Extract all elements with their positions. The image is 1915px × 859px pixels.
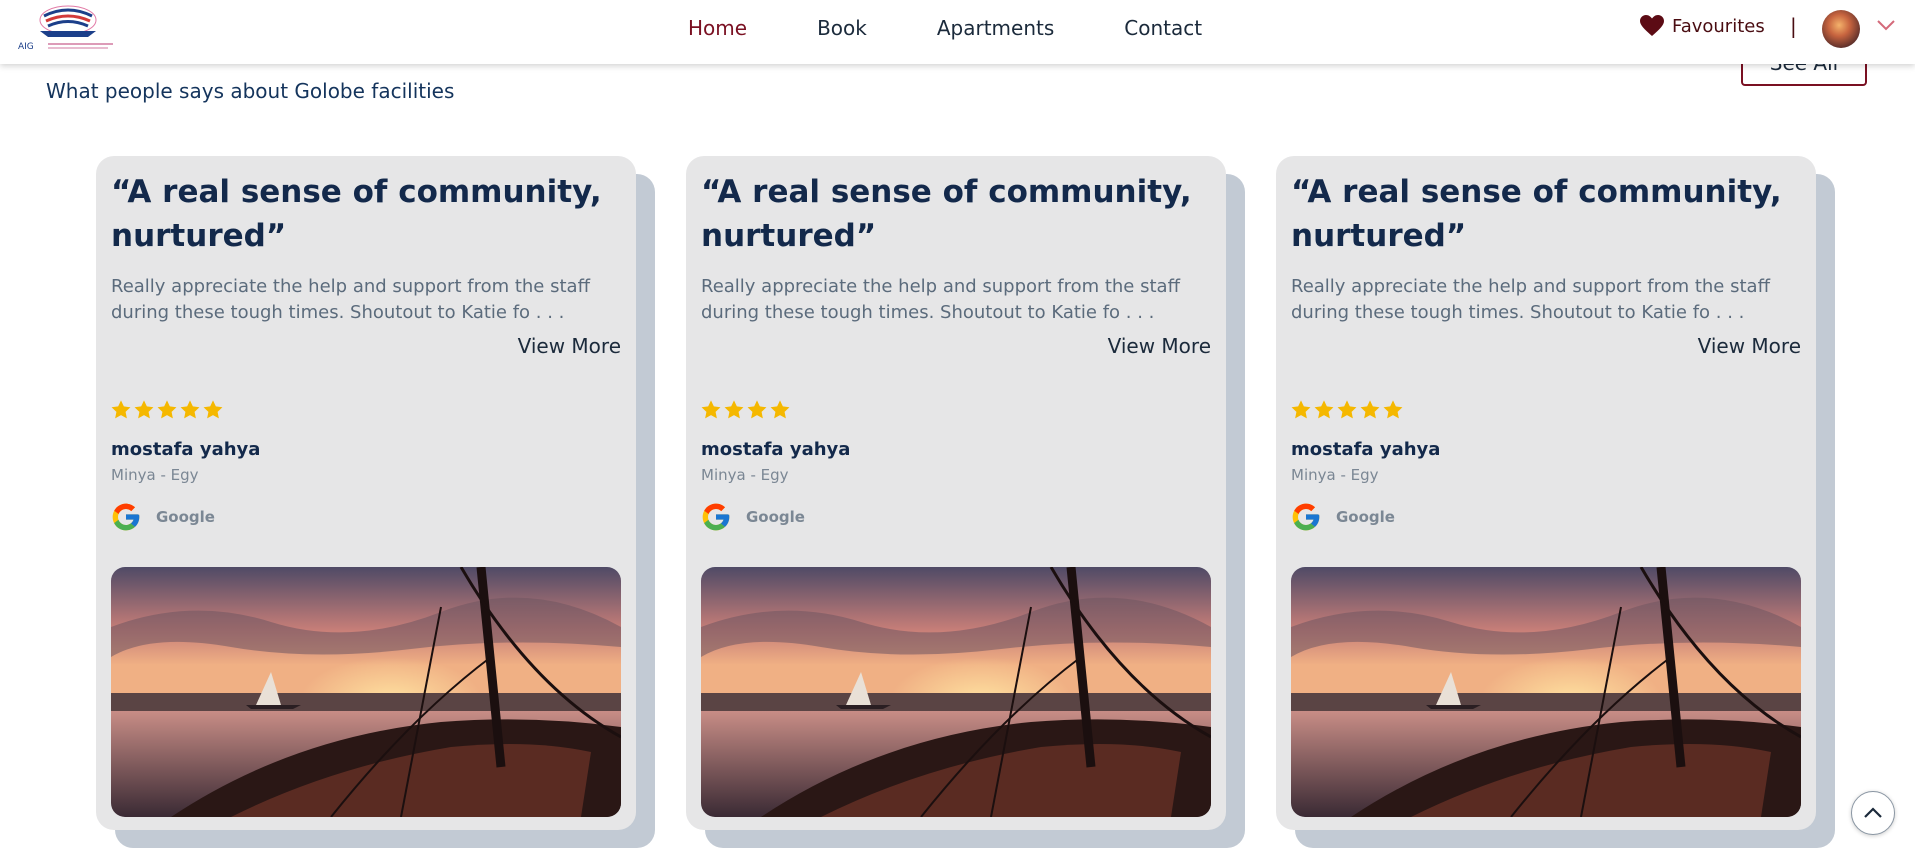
reviewer-location: Minya - Egy bbox=[1291, 466, 1379, 484]
user-avatar[interactable] bbox=[1822, 10, 1860, 48]
star-icon bbox=[701, 400, 721, 419]
star-icon bbox=[1337, 400, 1357, 419]
view-more-link[interactable]: View More bbox=[1698, 334, 1801, 358]
heart-icon bbox=[1640, 15, 1664, 36]
nav-book-link[interactable]: Book bbox=[817, 15, 867, 41]
chevron-up-icon bbox=[1864, 807, 1882, 818]
reviewer-location: Minya - Egy bbox=[111, 466, 199, 484]
review-photo bbox=[701, 567, 1211, 817]
star-icon bbox=[111, 400, 131, 419]
review-card-body: “A real sense of community, nurtured” Re… bbox=[686, 156, 1226, 830]
chevron-down-icon[interactable] bbox=[1876, 18, 1896, 32]
review-headline: “A real sense of community, nurtured” bbox=[111, 174, 602, 254]
main-nav: Home Book Apartments Contact bbox=[688, 15, 1272, 41]
review-photo bbox=[1291, 567, 1801, 817]
nav-contact-link[interactable]: Contact bbox=[1124, 15, 1202, 41]
review-card: “A real sense of community, nurtured” Re… bbox=[1276, 156, 1836, 848]
star-rating bbox=[1290, 399, 1404, 421]
source-label: Google bbox=[746, 508, 805, 526]
review-text: Really appreciate the help and support f… bbox=[111, 276, 590, 323]
nav-apartments-link[interactable]: Apartments bbox=[937, 15, 1054, 41]
nav-separator: | bbox=[1790, 14, 1797, 38]
source-label: Google bbox=[1336, 508, 1395, 526]
review-card: “A real sense of community, nurtured” Re… bbox=[686, 156, 1246, 848]
favourites-label: Favourites bbox=[1672, 15, 1765, 37]
review-headline: “A real sense of community, nurtured” bbox=[701, 174, 1192, 254]
star-icon bbox=[134, 400, 154, 419]
favourites-button[interactable]: Favourites bbox=[1640, 15, 1765, 37]
review-text: Really appreciate the help and support f… bbox=[1291, 276, 1770, 323]
star-icon bbox=[724, 400, 744, 419]
reviewer-name: mostafa yahya bbox=[111, 439, 261, 460]
review-card: “A real sense of community, nurtured” Re… bbox=[96, 156, 656, 848]
star-icon bbox=[1291, 400, 1311, 419]
review-card-body: “A real sense of community, nurtured” Re… bbox=[96, 156, 636, 830]
view-more-link[interactable]: View More bbox=[518, 334, 621, 358]
star-rating bbox=[110, 399, 224, 421]
review-card-body: “A real sense of community, nurtured” Re… bbox=[1276, 156, 1816, 830]
review-source: Google bbox=[1290, 501, 1395, 533]
source-label: Google bbox=[156, 508, 215, 526]
google-icon bbox=[702, 503, 730, 531]
star-icon bbox=[747, 400, 767, 419]
review-source: Google bbox=[110, 501, 215, 533]
star-icon bbox=[157, 400, 177, 419]
review-source: Google bbox=[700, 501, 805, 533]
star-icon bbox=[180, 400, 200, 419]
review-text: Really appreciate the help and support f… bbox=[701, 276, 1180, 323]
reviewer-name: mostafa yahya bbox=[701, 439, 851, 460]
nav-home-link[interactable]: Home bbox=[688, 15, 747, 41]
star-icon bbox=[1383, 400, 1403, 419]
star-icon bbox=[1314, 400, 1334, 419]
star-icon bbox=[770, 400, 790, 419]
section-subtitle: What people says about Golobe facilities bbox=[46, 79, 455, 103]
site-logo[interactable]: AIG bbox=[18, 2, 114, 52]
google-icon bbox=[112, 503, 140, 531]
star-icon bbox=[203, 400, 223, 419]
view-more-link[interactable]: View More bbox=[1108, 334, 1211, 358]
scroll-to-top-button[interactable] bbox=[1851, 791, 1895, 835]
star-icon bbox=[1360, 400, 1380, 419]
google-icon bbox=[1292, 503, 1320, 531]
reviewer-location: Minya - Egy bbox=[701, 466, 789, 484]
reviewer-name: mostafa yahya bbox=[1291, 439, 1441, 460]
top-navbar: AIG Home Book Apartments Contact Favouri… bbox=[0, 0, 1915, 64]
review-headline: “A real sense of community, nurtured” bbox=[1291, 174, 1782, 254]
review-photo bbox=[111, 567, 621, 817]
svg-text:AIG: AIG bbox=[18, 42, 34, 52]
star-rating bbox=[700, 399, 791, 421]
